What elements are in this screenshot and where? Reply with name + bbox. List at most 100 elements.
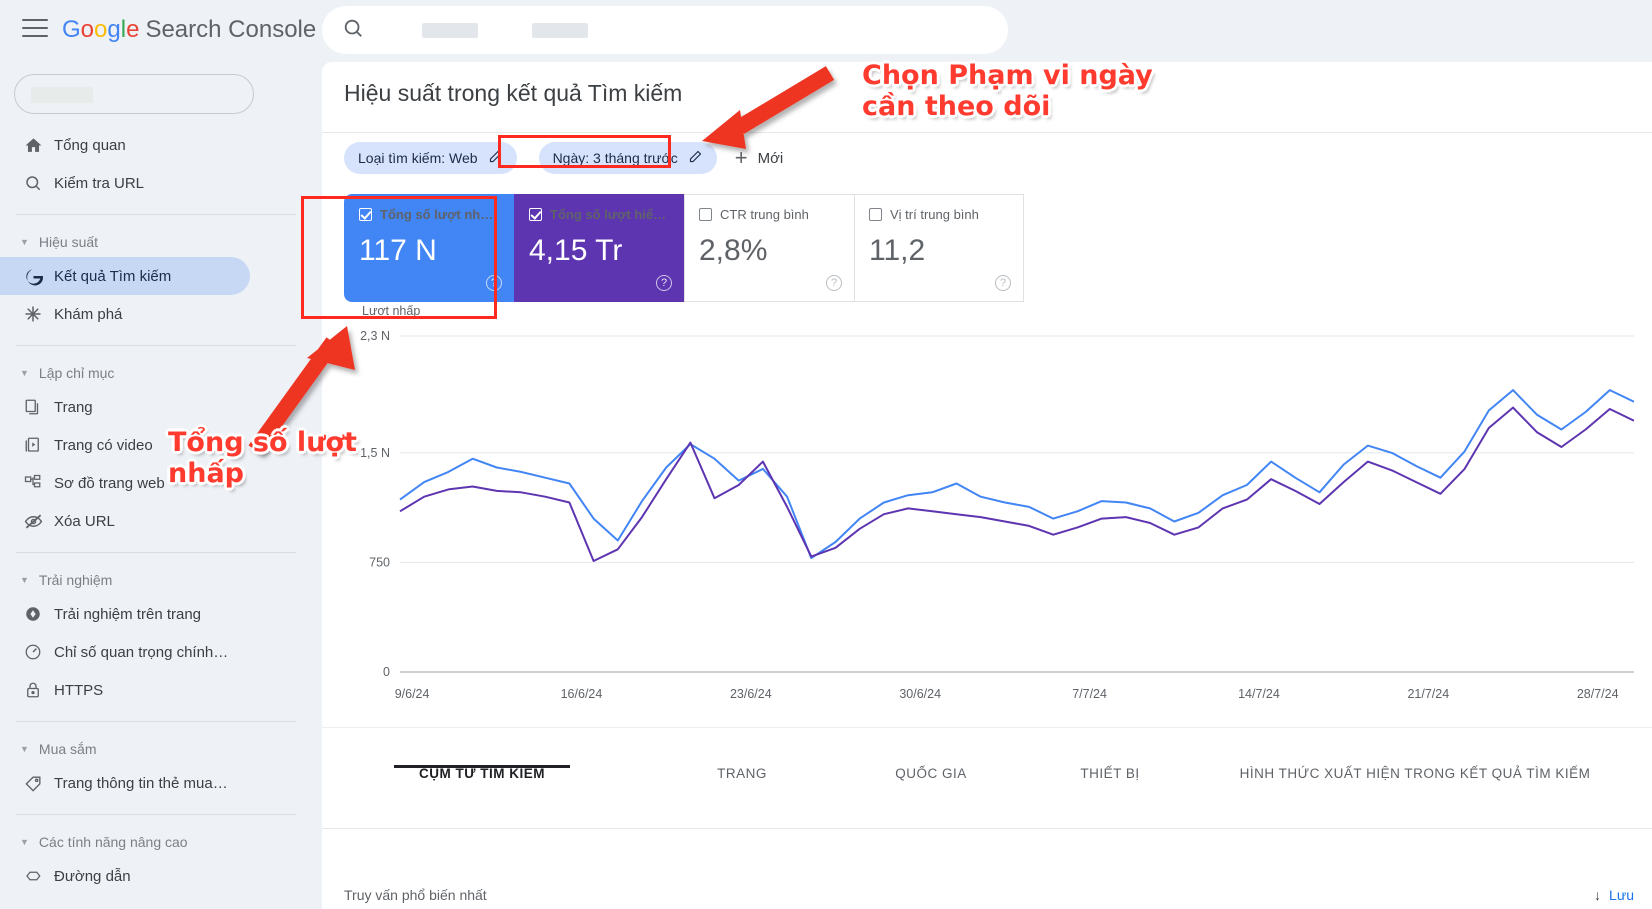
download-icon: ↓	[1594, 887, 1601, 903]
metric-label: Tổng số lượt hiể…	[550, 207, 666, 222]
filter-chip-search-type[interactable]: Loại tìm kiếm: Web	[344, 142, 517, 174]
sidebar-item-https[interactable]: HTTPS	[0, 671, 250, 709]
sidebar-item-label: Xóa URL	[54, 513, 115, 530]
tab-0[interactable]: CỤM TỪ TÌM KIẾM	[322, 766, 642, 797]
filter-chip-date-range[interactable]: Ngày: 3 tháng trước	[539, 142, 717, 174]
sidebar-item-merchant-listings[interactable]: Trang thông tin thẻ mua…	[0, 764, 250, 802]
speedometer-icon	[24, 643, 54, 661]
sidebar-item-search-results[interactable]: Kết quả Tìm kiếm	[0, 257, 250, 295]
filter-chip-row: Loại tìm kiếm: Web Ngày: 3 tháng trước +	[344, 142, 783, 174]
title-divider	[322, 132, 1652, 133]
chart-x-tick-label: 9/6/24	[395, 687, 430, 701]
page-title: Hiệu suất trong kết quả Tìm kiếm	[344, 80, 682, 107]
sidebar-divider	[16, 721, 296, 722]
brand-logo: GoogleSearch Console	[62, 16, 316, 44]
metric-value: 11,2	[869, 234, 1009, 268]
results-table-header: Truy vấn phổ biến nhất ↓ Lưu	[322, 868, 1652, 909]
discover-icon	[24, 305, 54, 323]
chart-x-tick-label: 14/7/24	[1238, 687, 1280, 701]
tab-2[interactable]: QUỐC GIA	[842, 766, 1020, 797]
chevron-down-icon: ▼	[20, 237, 29, 247]
sidebar-item-removals[interactable]: Xóa URL	[0, 502, 250, 540]
metric-card-total-impressions[interactable]: Tổng số lượt hiể… 4,15 Tr ?	[514, 194, 684, 302]
tag-icon	[24, 774, 54, 793]
sidebar-group-shopping[interactable]: ▼ Mua sắm	[0, 734, 320, 764]
sidebar-item-video-pages[interactable]: Trang có video	[0, 426, 250, 464]
tab-1[interactable]: TRANG	[642, 766, 842, 797]
tab-3[interactable]: THIẾT BỊ	[1020, 766, 1200, 797]
sidebar-group-label: Lập chỉ mục	[39, 365, 114, 381]
home-icon	[24, 136, 54, 155]
metric-checkbox[interactable]	[869, 208, 882, 221]
sidebar-item-page-experience[interactable]: Trải nghiệm trên trang	[0, 595, 250, 633]
sidebar-item-pages[interactable]: Trang	[0, 388, 250, 426]
sidebar-item-overview[interactable]: Tổng quan	[0, 126, 250, 164]
sidebar-divider	[16, 214, 296, 215]
pencil-icon	[488, 149, 503, 167]
help-icon[interactable]: ?	[826, 275, 842, 291]
chart-x-tick-label: 16/6/24	[561, 687, 603, 701]
sidebar-item-label: Kết quả Tìm kiếm	[54, 268, 171, 285]
search-bar[interactable]	[322, 6, 1008, 54]
chart-x-tick-label: 28/7/24	[1577, 687, 1619, 701]
sidebar-item-discover[interactable]: Khám phá	[0, 295, 250, 333]
pages-icon	[24, 398, 54, 416]
search-input[interactable]	[422, 23, 478, 38]
metric-value: 4,15 Tr	[529, 234, 670, 268]
sidebar-item-label: Tổng quan	[54, 137, 126, 154]
chart-y-tick-label: 0	[383, 665, 390, 679]
chevron-down-icon: ▼	[20, 744, 29, 754]
sidebar-group-performance[interactable]: ▼ Hiệu suất	[0, 227, 320, 257]
help-icon[interactable]: ?	[995, 275, 1011, 291]
metric-label: CTR trung bình	[720, 207, 809, 222]
lock-icon	[24, 681, 54, 699]
help-icon[interactable]: ?	[656, 275, 672, 291]
metric-card-average-ctr[interactable]: CTR trung bình 2,8% ?	[684, 194, 854, 302]
metric-card-average-position[interactable]: Vị trí trung bình 11,2 ?	[854, 194, 1024, 302]
metric-checkbox[interactable]	[359, 208, 372, 221]
pencil-icon	[688, 149, 703, 167]
export-button[interactable]: ↓ Lưu	[1594, 887, 1634, 903]
property-selector[interactable]	[14, 74, 254, 114]
chart-canvas[interactable]: 07501,5 N2,3 N9/6/2416/6/2423/6/2430/6/2…	[344, 314, 1634, 724]
sidebar-item-core-web-vitals[interactable]: Chỉ số quan trọng chính…	[0, 633, 250, 671]
logo-letter-o2: o	[94, 16, 107, 43]
chart-x-tick-label: 21/7/24	[1407, 687, 1449, 701]
metric-card-total-clicks[interactable]: Tổng số lượt nh… 117 N ?	[344, 194, 514, 302]
metric-value: 2,8%	[699, 234, 840, 268]
menu-icon[interactable]	[22, 19, 48, 39]
filter-chip-label: Ngày: 3 tháng trước	[553, 150, 678, 166]
sitemap-icon	[24, 474, 54, 492]
sidebar-group-indexing[interactable]: ▼ Lập chỉ mục	[0, 358, 320, 388]
sidebar-item-label: Đường dẫn	[54, 868, 131, 885]
eye-off-icon	[24, 512, 54, 531]
chart-x-tick-label: 30/6/24	[899, 687, 941, 701]
sidebar-item-url-inspection[interactable]: Kiểm tra URL	[0, 164, 250, 202]
chart-x-tick-label: 23/6/24	[730, 687, 772, 701]
metric-checkbox[interactable]	[529, 208, 542, 221]
breadcrumb-icon	[24, 867, 54, 885]
sidebar-group-enhancements[interactable]: ▼ Các tính năng nâng cao	[0, 827, 320, 857]
search-icon	[342, 17, 364, 44]
main-content: Hiệu suất trong kết quả Tìm kiếm Loại tì…	[322, 62, 1652, 909]
tabs-divider	[322, 828, 1652, 829]
table-column-query: Truy vấn phổ biến nhất	[344, 887, 487, 903]
help-icon[interactable]: ?	[486, 275, 502, 291]
sidebar-item-sitemaps[interactable]: Sơ đồ trang web	[0, 464, 250, 502]
chevron-down-icon: ▼	[20, 837, 29, 847]
sidebar-group-experience[interactable]: ▼ Trải nghiệm	[0, 565, 320, 595]
tab-4[interactable]: HÌNH THỨC XUẤT HIỆN TRONG KẾT QUẢ TÌM KI…	[1200, 766, 1630, 797]
logo-letter-e: e	[126, 16, 139, 43]
top-bar: GoogleSearch Console	[0, 0, 1652, 62]
metric-checkbox[interactable]	[699, 208, 712, 221]
chevron-down-icon: ▼	[20, 575, 29, 585]
add-filter-button[interactable]: + Mới	[735, 147, 784, 169]
metric-value: 117 N	[359, 234, 500, 268]
sidebar-group-label: Các tính năng nâng cao	[39, 834, 188, 850]
chevron-down-icon: ▼	[20, 368, 29, 378]
performance-chart: Lượt nhấp 07501,5 N2,3 N9/6/2416/6/2423/…	[344, 314, 1634, 724]
sidebar-divider	[16, 345, 296, 346]
filter-chip-label: Loại tìm kiếm: Web	[358, 150, 478, 166]
sidebar: Tổng quan Kiểm tra URL ▼ Hiệu suất	[0, 62, 320, 909]
sidebar-item-breadcrumbs[interactable]: Đường dẫn	[0, 857, 250, 895]
